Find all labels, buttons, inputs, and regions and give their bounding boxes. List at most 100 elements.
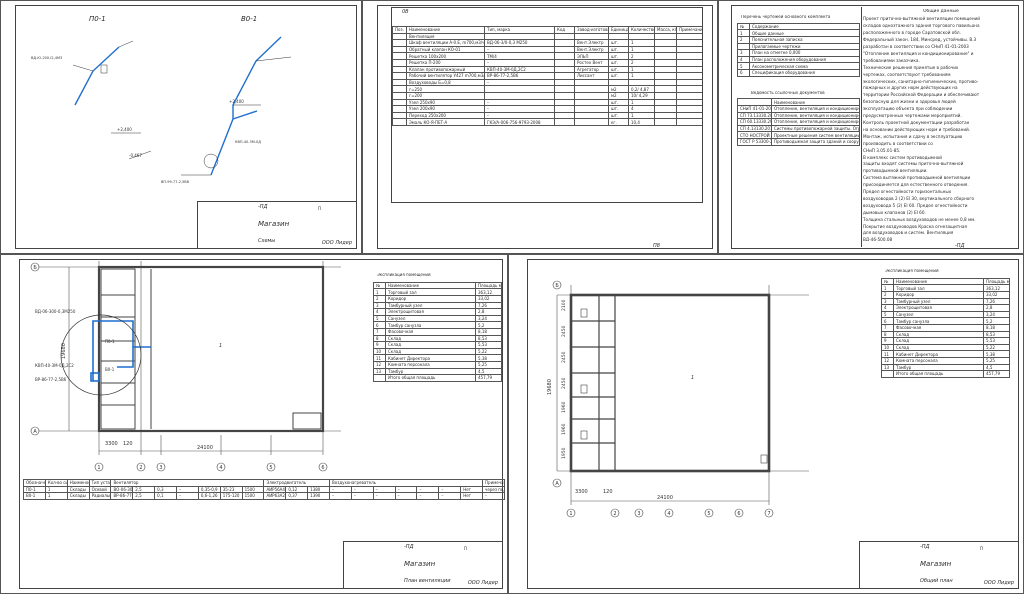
explication-cell: 8,18	[983, 323, 1010, 332]
equipment-cell: –	[329, 485, 352, 494]
spec-cell: Шкаф вентиляции А-0.Е, m700,м3/ч	[406, 39, 485, 47]
axis-label: 6	[321, 465, 324, 471]
drawing-list-header-cell: №	[737, 22, 750, 31]
explication-cell: Санузел	[893, 310, 984, 319]
spec-cell: Клапан противопожарный	[406, 65, 485, 74]
equipment-cell: АИР63А2	[263, 492, 287, 500]
spec-cell: ТМ/4	[484, 52, 555, 60]
axis-label: 3	[159, 465, 162, 471]
organization: ООО Лидер	[321, 240, 352, 246]
dimension-gap: 120	[123, 441, 133, 447]
sheet-general-plan: 1 2100 2450 2450 2450 1960 1960 1950 24100 3300 1…	[508, 254, 1024, 594]
explication-cell: Тамбур	[893, 363, 984, 372]
table-row: 13 Тамбур 4,5	[373, 367, 502, 376]
explication-cell: Тамбурный узел	[385, 301, 476, 310]
scheme-tag-4: +2,400	[229, 99, 244, 104]
explication-cell: Склад	[385, 347, 476, 356]
spec-cell: –	[484, 45, 555, 54]
equipment-table: Обозначение системыКол-во системНаименов…	[23, 479, 505, 500]
explication-cell: 1	[881, 284, 894, 292]
explication-cell: Тамбур	[385, 367, 476, 376]
explication-cell: 5,53	[983, 337, 1010, 345]
table-row: Шкаф вентиляции А-0.Е, m700,м3/ч ВД-06-3/…	[392, 39, 702, 47]
dimension-left-chain: 1950	[561, 447, 567, 459]
explication-cell: 8	[373, 334, 386, 343]
table-row: Рабочий вентилятор У427 m700,м3/ч ВР-86-7…	[392, 72, 702, 80]
spec-cell	[554, 45, 575, 54]
explication-cell: 6	[373, 321, 386, 329]
spec-cell: Обратный клапан КО-01	[406, 45, 485, 54]
table-row: 10 Склад 5,22	[881, 343, 1010, 352]
explication-cell: 5,53	[475, 341, 502, 349]
explication-cell: Фасовочная	[385, 327, 476, 336]
equipment-header-cell: Примечание	[482, 479, 505, 487]
spec-header-row: Поз. Наименование Тип, марка Код Завод-изгот…	[392, 26, 702, 34]
explication-cell: 2,8	[983, 304, 1010, 312]
spec-cell: Рабочий вентилятор У427 m700,м3/ч	[406, 72, 485, 80]
explication-cell: Торговый зал	[893, 284, 984, 292]
spec-cell	[654, 72, 677, 80]
axis-label: 1	[97, 465, 100, 471]
explication-cell: 363,12	[475, 288, 502, 296]
table-row: Эмаль КО-Я-ПЕТ-А ГКЭ/А-006-756-9793-2008 к…	[392, 118, 702, 126]
table-row: П0-11СкладыОсевойВО-06-3002,50,3–0,35-0,…	[23, 485, 505, 494]
general-text-line: пожарных и других норм действующих на	[863, 85, 958, 91]
spec-cell	[654, 45, 677, 54]
table-row: 6 Спецификация оборудования	[737, 68, 860, 77]
table-row: СП 4.13130.2013Системы противопожарной з…	[737, 124, 860, 133]
drawing-list-header: № Содержание	[737, 22, 860, 31]
table-row: СП 73.13330.2016Отопление, вентиляция и …	[737, 111, 860, 120]
table-row: 9 Склад 5,53	[373, 341, 502, 349]
axis-label: Б	[33, 265, 37, 271]
explication-cell: 457,79	[983, 370, 1010, 378]
drawing-list-cell	[737, 42, 750, 51]
spec-cell	[392, 32, 407, 41]
table-row: 10 Склад 5,22	[373, 347, 502, 356]
spec-cell: 1	[628, 65, 655, 74]
explication-cell: 3	[373, 301, 386, 310]
explication-cell: 33,02	[983, 291, 1010, 299]
general-text-line: ВД-46-500.08	[863, 237, 893, 241]
drawing-list-cell: 5	[737, 62, 750, 70]
spec-cell	[554, 32, 575, 41]
dimension-left-chain: 1960	[561, 423, 567, 435]
explication-cell: Электрощитовая	[385, 308, 476, 316]
table-row: 1 Торговый зал 363,12	[881, 284, 1010, 292]
general-text-line: "Отопление вентиляция и кондиционировани…	[863, 50, 974, 56]
spec-cell: шт.	[608, 65, 629, 74]
general-text-line: чертежах, соответствуют требованиям	[863, 71, 951, 77]
general-text-line: СНиП 3.05.01-85.	[863, 147, 901, 153]
table-row: 9 Склад 5,53	[881, 337, 1010, 345]
equipment-cell: 1380	[307, 485, 331, 494]
table-row: Решетка П-200– Ростех Вент шт. 2	[392, 58, 702, 67]
spec-cell	[392, 52, 407, 60]
drawing-list-header-cell: Содержание	[749, 22, 860, 31]
stage: П	[318, 206, 322, 211]
spec-cell: шт.	[608, 58, 629, 67]
explication-cell: 4	[373, 308, 386, 316]
explication-cell: Комната персонала	[385, 360, 476, 369]
explication-cell	[881, 370, 894, 378]
spec-cell	[574, 85, 609, 93]
spec-cell	[676, 72, 702, 80]
spec-cell	[392, 72, 407, 80]
references-cell: СТО НОСТРОЙ 2.23.97	[737, 131, 772, 139]
spec-cell: Воздуховоды Б=0,8	[406, 78, 485, 87]
explication-cell: 8,18	[475, 327, 502, 336]
drawing-list-body: 1 Общие данные 2 Пояснительная записка Прила…	[737, 29, 860, 77]
explication-cell: 2,8	[475, 308, 502, 316]
spec-cell	[654, 91, 677, 100]
axis-label: 1	[569, 511, 572, 517]
equipment-cell: 0,6-1,26	[197, 492, 221, 500]
spec-cell: Агрегатор	[574, 65, 609, 74]
explication-cell: Кабинет Директора	[893, 350, 984, 358]
explication-cell: 11	[881, 350, 894, 358]
spec-cell	[676, 118, 702, 126]
explication-cell: 2	[881, 291, 894, 299]
explication-cell: 12	[881, 356, 894, 365]
spec-cell	[392, 58, 407, 67]
spec-table: Поз. Наименование Тип, марка Код Завод-изгот…	[392, 26, 702, 126]
spec-cell: Вент.Электр	[574, 45, 609, 54]
spec-cell	[676, 39, 702, 47]
dimension-left: 3300	[105, 441, 118, 447]
